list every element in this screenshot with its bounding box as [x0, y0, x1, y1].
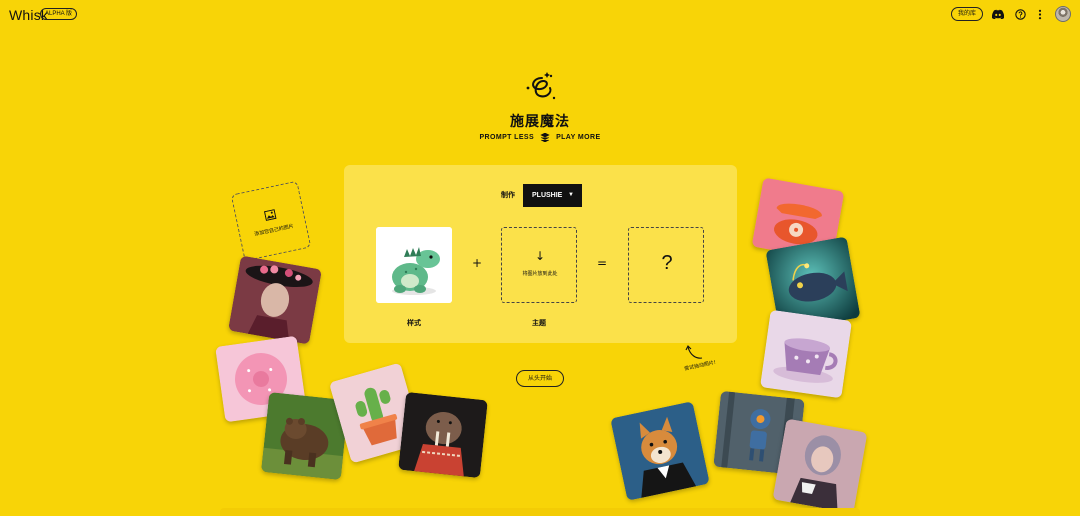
tile-walrus-sweater[interactable] — [398, 391, 488, 479]
subject-drop-zone[interactable]: ↓ 将图片放到此处 — [501, 227, 577, 303]
avatar[interactable] — [1055, 6, 1071, 22]
subject-caption: 主题 — [532, 319, 546, 327]
magic-swirl-icon — [520, 70, 560, 106]
tile-shiba-tuxedo[interactable] — [610, 401, 710, 501]
add-image-label: 添加您自己的图片 — [253, 223, 295, 238]
image-icon — [263, 209, 277, 221]
add-image-tile[interactable]: 添加您自己的图片 — [230, 180, 312, 262]
equals-sign: = — [597, 256, 608, 270]
mode-dropdown[interactable]: PLUSHIE ▼ — [523, 184, 582, 207]
tagline: PROMPT LESS PLAY MORE — [0, 133, 1080, 142]
drop-hint: 将图片放到此处 — [522, 271, 558, 277]
down-arrow-icon: ↓ — [534, 249, 546, 263]
tagline-right: PLAY MORE — [556, 134, 601, 141]
style-slot[interactable] — [376, 227, 452, 303]
caret-down-icon: ▼ — [568, 192, 574, 198]
alpha-badge: ALPHA 版 — [40, 8, 78, 20]
result-slot: ? — [628, 227, 704, 303]
tagline-left: PROMPT LESS — [479, 134, 535, 141]
more-vertical-icon[interactable] — [1033, 7, 1047, 21]
restart-button[interactable]: 从头开始 — [516, 370, 564, 387]
discord-icon[interactable] — [991, 7, 1005, 21]
mode-dropdown-value: PLUSHIE — [532, 192, 563, 199]
bottom-shelf — [220, 508, 860, 516]
tile-woman-teacup[interactable] — [772, 418, 868, 514]
make-label: 制作 — [501, 191, 515, 199]
tile-pink-hat-man[interactable] — [228, 255, 322, 345]
help-icon[interactable] — [1013, 7, 1027, 21]
result-placeholder: ? — [661, 252, 673, 274]
plus-sign: + — [472, 256, 483, 270]
my-library-button[interactable]: 我的库 — [951, 7, 984, 21]
style-caption: 样式 — [407, 319, 421, 327]
top-bar: Whisk ALPHA 版 我的库 — [0, 0, 1080, 30]
layers-icon — [540, 133, 550, 142]
tile-purple-teacup[interactable] — [759, 309, 853, 399]
page-title: 施展魔法 — [510, 114, 570, 130]
dinosaur-plush-image — [376, 227, 452, 303]
